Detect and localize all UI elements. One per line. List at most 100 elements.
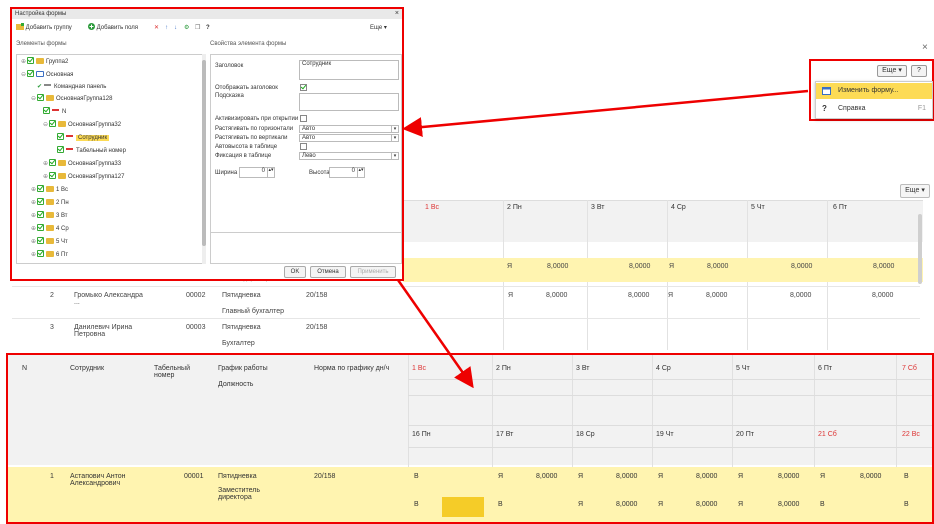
checkbox-icon[interactable]	[37, 237, 44, 244]
move-up-icon[interactable]: ↑	[165, 23, 168, 33]
checkbox-icon[interactable]	[37, 250, 44, 257]
help-button[interactable]: ?	[911, 65, 927, 77]
day-header[interactable]: 21 Сб	[818, 431, 837, 438]
col-header-position[interactable]: Должность	[218, 381, 253, 388]
col-header-schedule[interactable]: График работы	[218, 365, 268, 372]
copy-icon[interactable]: ❐	[195, 23, 200, 33]
tree-item[interactable]: ⊖ ОсновнаяГруппа32	[43, 120, 121, 131]
dialog-title-bar[interactable]: Настройка формы ×	[12, 9, 402, 19]
move-down-icon[interactable]: ↓	[174, 23, 177, 33]
dialog-close-icon[interactable]: ×	[395, 9, 399, 19]
checkbox-icon[interactable]	[49, 159, 56, 166]
dropdown-arrow-icon[interactable]: ▾	[391, 153, 398, 159]
checkbox-icon[interactable]	[57, 146, 64, 153]
checkbox-icon[interactable]	[37, 211, 44, 218]
day-header[interactable]: 2 Пн	[496, 365, 511, 372]
checkbox-icon[interactable]	[49, 120, 56, 127]
form-elements-tree[interactable]: ⊕ Группа2 ⊖ Основная ✔ Командная панель ⊖ Ос…	[16, 54, 206, 264]
prop-activate-checkbox[interactable]	[300, 115, 307, 122]
tree-scrollbar[interactable]	[202, 54, 206, 264]
day-header[interactable]: 16 Пн	[412, 431, 431, 438]
tree-item-label: Группа2	[46, 59, 69, 65]
ok-button[interactable]: OK	[284, 266, 306, 278]
menu-item-help[interactable]: ? Справка F1	[816, 101, 932, 117]
checkbox-icon[interactable]	[37, 94, 44, 101]
day-header[interactable]: 17 Вт	[496, 431, 513, 438]
checkbox-icon[interactable]	[37, 185, 44, 192]
tree-item[interactable]: ✔ Командная панель	[31, 82, 106, 93]
tree-item[interactable]: ⊖ Основная	[21, 70, 73, 81]
checkbox-icon[interactable]	[43, 107, 50, 114]
prop-title-input[interactable]: Сотрудник	[299, 60, 399, 80]
more-button[interactable]: Еще ▾	[877, 65, 907, 77]
checkbox-icon[interactable]	[27, 57, 34, 64]
prop-height-input[interactable]: 0 ▴▾	[329, 167, 365, 178]
prop-show-title-checkbox[interactable]	[300, 84, 307, 91]
tree-item-selected[interactable]: Сотрудник	[57, 133, 110, 144]
col-header-tab-number[interactable]: Табельный номер	[154, 365, 204, 379]
toolbar-help-button[interactable]: ?	[206, 23, 210, 33]
day-header[interactable]: 3 Вт	[576, 365, 589, 372]
apply-button[interactable]: Применить	[350, 266, 396, 278]
background-more-button[interactable]: Еще ▾	[900, 184, 930, 198]
tree-item[interactable]: ⊕ Группа2	[21, 57, 68, 68]
prop-stretch-h-select[interactable]: Авто ▾	[299, 125, 399, 133]
settings-icon[interactable]: ⚙	[184, 23, 189, 33]
tree-item[interactable]: ⊕ 1 Вс	[31, 185, 68, 196]
day-header[interactable]: 7 Сб	[902, 365, 917, 372]
tree-item[interactable]: ⊕ ОсновнаяГруппа127	[43, 172, 124, 183]
tree-item[interactable]: ⊕ 5 Чт	[31, 237, 68, 248]
spin-icon[interactable]: ▴▾	[357, 168, 364, 177]
prop-width-input[interactable]: 0 ▴▾	[239, 167, 275, 178]
table-row[interactable]: 2 Громыко Александра ... 00002 Пятидневк…	[12, 288, 920, 320]
day-header[interactable]: 19 Чт	[656, 431, 674, 438]
day-header[interactable]: 4 Ср	[656, 365, 671, 372]
prop-autoheight-checkbox[interactable]	[300, 143, 307, 150]
add-fields-button[interactable]: Добавить поля	[88, 23, 138, 33]
delete-icon[interactable]: ✕	[154, 23, 159, 33]
day-header[interactable]: 18 Ср	[576, 431, 595, 438]
prop-hint-input[interactable]	[299, 93, 399, 111]
col-header-employee[interactable]: Сотрудник	[70, 365, 104, 372]
tree-item[interactable]: N	[43, 107, 66, 118]
tree-item[interactable]: ⊕ 3 Вт	[31, 211, 68, 222]
form-edit-icon	[822, 87, 831, 95]
prop-stretch-v-select[interactable]: Авто ▾	[299, 134, 399, 142]
checkbox-icon[interactable]	[27, 70, 34, 77]
checkbox-icon[interactable]	[57, 133, 64, 140]
background-scrollbar[interactable]	[918, 214, 922, 284]
add-group-button[interactable]: Добавить группу	[16, 23, 72, 33]
checkbox-icon[interactable]	[37, 224, 44, 231]
active-cell[interactable]	[442, 497, 484, 517]
tree-scroll-thumb[interactable]	[202, 60, 206, 246]
tree-item[interactable]: ⊕ 2 Пн	[31, 198, 69, 209]
day-mark: Я	[820, 473, 826, 480]
day-mark: Я	[498, 473, 504, 480]
tree-item[interactable]: ⊖ ОсновнаяГруппа128	[31, 94, 112, 105]
day-mark: В	[414, 501, 419, 508]
tree-item[interactable]: ⊕ ОсновнаяГруппа33	[43, 159, 121, 170]
table-row[interactable]: 3 Данилевич Ирина Петровна 00003 Пятидне…	[12, 320, 920, 350]
col-header-n[interactable]: N	[22, 365, 27, 372]
menu-item-change-form[interactable]: Изменить форму...	[816, 83, 932, 99]
day-header[interactable]: 20 Пт	[736, 431, 754, 438]
cancel-button[interactable]: Отмена	[310, 266, 346, 278]
background-close-icon[interactable]: ×	[922, 42, 928, 53]
col-header-norm[interactable]: Норма по графику дн/ч	[314, 365, 389, 372]
checkbox-icon[interactable]	[37, 198, 44, 205]
toolbar-more-button[interactable]: Еще ▾	[370, 23, 387, 33]
tree-item[interactable]: Табельный номер	[57, 146, 126, 157]
day-header[interactable]: 22 Вс	[902, 431, 920, 438]
row-tab-number: 00001	[184, 473, 204, 480]
background-selected-row[interactable]: Я 8,0000 8,0000 Я 8,0000 8,0000 8,0000	[403, 258, 923, 282]
day-header[interactable]: 1 Вс	[412, 365, 426, 372]
tree-item[interactable]: ⊕ 4 Ср	[31, 224, 69, 235]
prop-fixation-select[interactable]: Лево ▾	[299, 152, 399, 160]
spin-icon[interactable]: ▴▾	[267, 168, 274, 177]
checkbox-icon[interactable]	[49, 172, 56, 179]
tree-item[interactable]: ⊕ 6 Пт	[31, 250, 68, 261]
day-header[interactable]: 6 Пт	[818, 365, 832, 372]
dropdown-arrow-icon[interactable]: ▾	[391, 126, 398, 132]
dropdown-arrow-icon[interactable]: ▾	[391, 135, 398, 141]
day-header[interactable]: 5 Чт	[736, 365, 750, 372]
